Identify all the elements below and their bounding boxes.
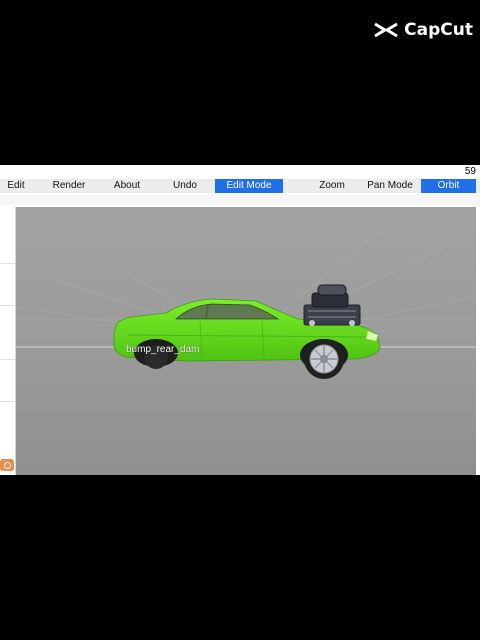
toolbar-render[interactable]: Render [46, 179, 92, 193]
toolbar-divider [0, 195, 480, 205]
toolbar-about[interactable]: About [108, 179, 146, 193]
panel-divider [0, 263, 15, 264]
viewport-scene [16, 207, 476, 475]
toolbar-orbit[interactable]: Orbit [421, 179, 476, 193]
front-wheel [304, 339, 344, 379]
camera-icon[interactable] [0, 459, 14, 471]
3d-viewport[interactable]: bump_rear_dam [16, 207, 476, 475]
left-side-panel[interactable] [0, 207, 16, 475]
toolbar: Edit Render About Undo Edit Mode Zoom Pa… [0, 179, 480, 193]
toolbar-zoom[interactable]: Zoom [312, 179, 352, 193]
watermark-text: CapCut [404, 20, 473, 40]
toolbar-undo[interactable]: Undo [166, 179, 204, 193]
toolbar-edit[interactable]: Edit [0, 179, 32, 193]
capcut-watermark: CapCut [373, 20, 473, 40]
panel-divider [0, 401, 15, 402]
car-editor-app: 59 Edit Render About Undo Edit Mode Zoom… [0, 165, 480, 475]
selected-part-label: bump_rear_dam [126, 344, 200, 355]
toolbar-edit-mode[interactable]: Edit Mode [215, 179, 283, 193]
fps-counter: 59 [464, 166, 476, 177]
toolbar-pan-mode[interactable]: Pan Mode [362, 179, 418, 193]
capcut-logo-icon [374, 22, 398, 38]
panel-divider [0, 359, 15, 360]
panel-divider [0, 305, 15, 306]
